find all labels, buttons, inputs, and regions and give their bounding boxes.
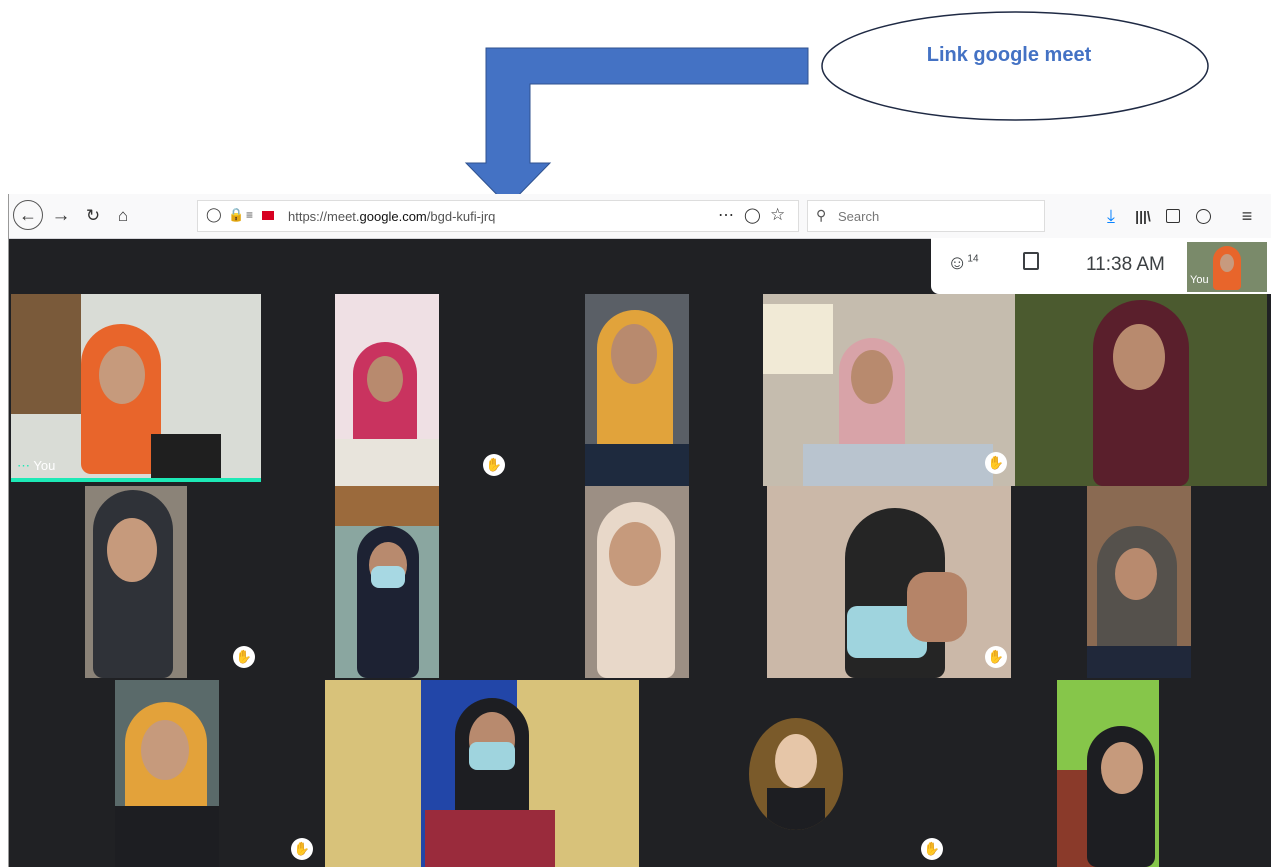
page-actions-icon[interactable]: ⋯ bbox=[718, 205, 734, 225]
participant-avatar[interactable] bbox=[749, 718, 843, 830]
url-prefix: https://meet. bbox=[288, 209, 360, 224]
participant-tile[interactable] bbox=[1057, 680, 1159, 867]
shield-icon[interactable]: ◯ bbox=[206, 206, 222, 223]
url-bar[interactable]: ◯ 🔒 ≡ https://meet.google.com/bgd-kufi-j… bbox=[197, 200, 799, 232]
chat-icon[interactable] bbox=[1023, 252, 1039, 270]
participant-tile[interactable] bbox=[335, 294, 439, 486]
participant-tile[interactable] bbox=[585, 486, 689, 678]
participant-tile[interactable] bbox=[767, 486, 1011, 678]
url-text[interactable]: https://meet.google.com/bgd-kufi-jrq bbox=[288, 209, 495, 224]
forward-icon[interactable]: → bbox=[49, 200, 73, 232]
meeting-clock: 11:38 AM bbox=[1086, 254, 1165, 275]
search-placeholder: Search bbox=[838, 209, 880, 224]
library-icon[interactable]: |||\ bbox=[1131, 200, 1155, 232]
reload-icon[interactable]: ↻ bbox=[81, 200, 105, 232]
speaking-indicator bbox=[11, 478, 261, 482]
meet-top-bar: ☺14 11:38 AM You bbox=[931, 238, 1271, 294]
url-path: /bgd-kufi-jrq bbox=[426, 209, 496, 224]
self-thumb-label: You bbox=[1190, 274, 1209, 286]
search-icon: ⚲ bbox=[816, 207, 827, 223]
raised-hand-icon: ✋ bbox=[985, 646, 1007, 668]
pocket-icon[interactable]: ◯ bbox=[744, 206, 761, 224]
raised-hand-icon: ✋ bbox=[291, 838, 313, 860]
raised-hand-icon: ✋ bbox=[233, 646, 255, 668]
self-name: You bbox=[33, 458, 56, 473]
back-icon[interactable]: ← bbox=[13, 200, 43, 230]
browser-window: ← → ↻ ⌂ ◯ 🔒 ≡ https://meet.google.com/bg… bbox=[8, 194, 1271, 867]
bookmark-star-icon[interactable]: ☆ bbox=[770, 205, 785, 225]
participant-tile[interactable] bbox=[325, 680, 639, 867]
account-icon[interactable] bbox=[1191, 200, 1215, 232]
raised-hand-icon: ✋ bbox=[921, 838, 943, 860]
browser-toolbar: ← → ↻ ⌂ ◯ 🔒 ≡ https://meet.google.com/bg… bbox=[9, 194, 1271, 239]
people-icon[interactable]: ☺14 bbox=[947, 252, 979, 275]
download-icon[interactable]: ⤓ bbox=[1099, 200, 1123, 232]
participant-tile[interactable] bbox=[1015, 294, 1267, 486]
participant-tile[interactable] bbox=[1087, 486, 1191, 678]
camera-icon[interactable] bbox=[262, 211, 274, 220]
self-tile-label: ⋯ You bbox=[17, 458, 56, 473]
self-view-thumbnail[interactable]: You bbox=[1187, 242, 1267, 292]
annotation-label: Link google meet bbox=[926, 44, 1092, 66]
sidebar-icon[interactable] bbox=[1161, 200, 1185, 232]
lock-icon[interactable]: 🔒 bbox=[228, 207, 244, 223]
participant-tile[interactable] bbox=[585, 294, 689, 486]
participant-tile[interactable] bbox=[335, 486, 439, 678]
menu-icon[interactable]: ≡ bbox=[1235, 200, 1259, 232]
permissions-icon[interactable]: ≡ bbox=[246, 208, 253, 222]
raised-hand-icon: ✋ bbox=[483, 454, 505, 476]
search-bar[interactable]: ⚲ Search bbox=[807, 200, 1045, 232]
raised-hand-icon: ✋ bbox=[985, 452, 1007, 474]
home-icon[interactable]: ⌂ bbox=[111, 200, 135, 232]
participant-tile[interactable] bbox=[85, 486, 187, 678]
url-domain: google.com bbox=[359, 209, 427, 224]
participant-tile-self[interactable]: ⋯ You bbox=[11, 294, 261, 482]
participant-count: 14 bbox=[967, 253, 979, 265]
participant-tile[interactable] bbox=[115, 680, 219, 867]
participant-tile[interactable] bbox=[763, 294, 1015, 486]
annotation-arrow bbox=[464, 47, 809, 207]
